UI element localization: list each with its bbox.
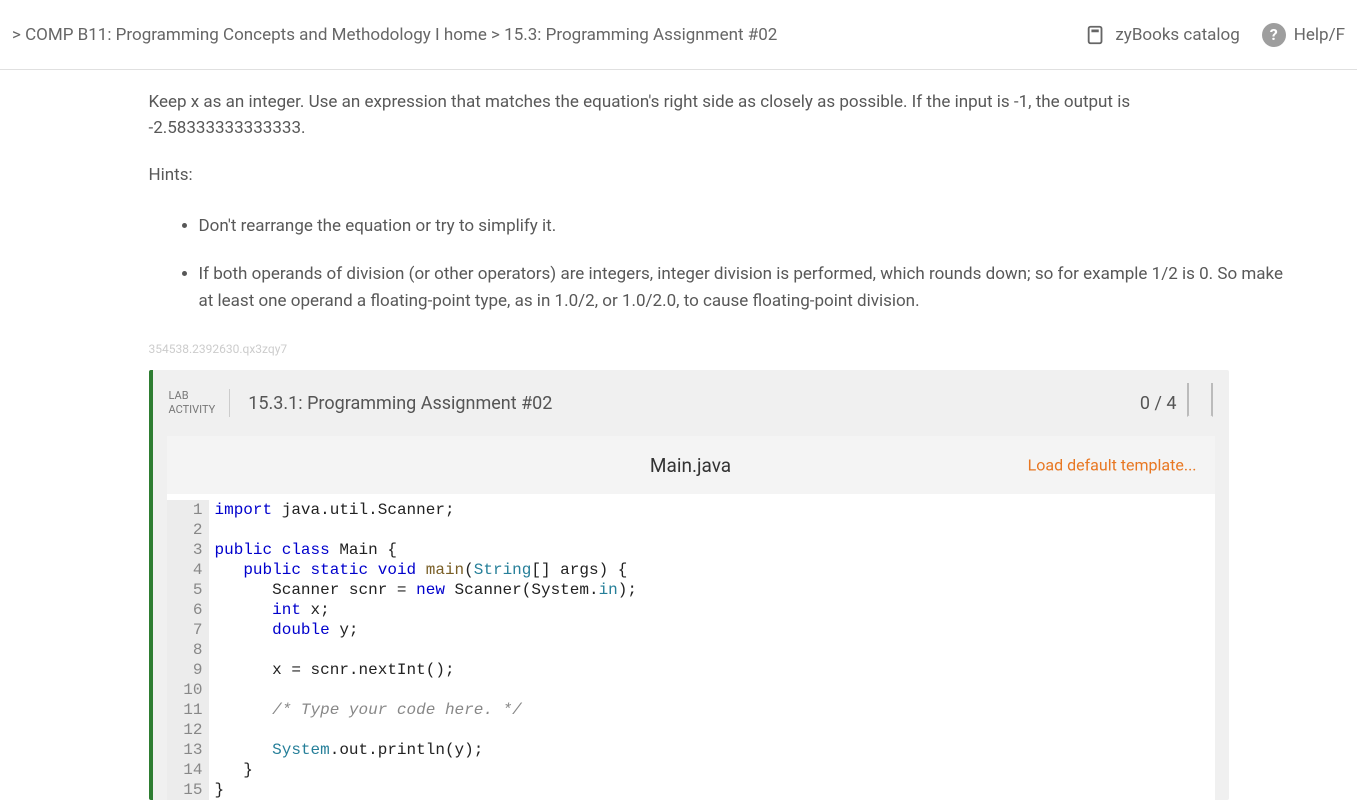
hints-heading: Hints: xyxy=(149,165,1289,185)
line-number: 2 xyxy=(167,520,209,540)
lab-score: 0 / 4 xyxy=(1140,393,1177,414)
code-line[interactable]: 4 public static void main(String[] args)… xyxy=(167,560,1215,580)
topbar-right: zyBooks catalog ? Help/F xyxy=(1085,23,1345,47)
code-line[interactable]: 7 double y; xyxy=(167,620,1215,640)
assignment-hash: 354538.2392630.qx3zqy7 xyxy=(149,342,1289,356)
editor: Main.java Load default template... 1impo… xyxy=(167,436,1215,800)
code-text[interactable] xyxy=(209,520,215,540)
code-text[interactable]: Scanner scnr = new Scanner(System.in); xyxy=(209,580,637,600)
code-text[interactable]: int x; xyxy=(209,600,330,620)
hint-item: Don't rearrange the equation or try to s… xyxy=(199,213,1289,239)
book-icon xyxy=(1085,24,1107,46)
line-number: 15 xyxy=(167,780,209,800)
code-line[interactable]: 10 xyxy=(167,680,1215,700)
top-bar: > COMP B11: Programming Concepts and Met… xyxy=(0,0,1357,70)
code-line[interactable]: 6 int x; xyxy=(167,600,1215,620)
code-text[interactable] xyxy=(209,680,215,700)
load-default-template-button[interactable]: Load default template... xyxy=(1028,456,1197,475)
hint-item: If both operands of division (or other o… xyxy=(199,261,1289,314)
code-text[interactable]: } xyxy=(209,780,225,800)
catalog-link[interactable]: zyBooks catalog xyxy=(1085,24,1239,46)
code-text[interactable]: /* Type your code here. */ xyxy=(209,700,522,720)
code-text[interactable]: import java.util.Scanner; xyxy=(209,500,455,520)
code-line[interactable]: 12 xyxy=(167,720,1215,740)
code-text[interactable]: public static void main(String[] args) { xyxy=(209,560,628,580)
code-text[interactable]: double y; xyxy=(209,620,359,640)
line-number: 11 xyxy=(167,700,209,720)
lab-label-line2: ACTIVITY xyxy=(169,403,216,417)
line-number: 4 xyxy=(167,560,209,580)
code-line[interactable]: 5 Scanner scnr = new Scanner(System.in); xyxy=(167,580,1215,600)
line-number: 7 xyxy=(167,620,209,640)
line-number: 5 xyxy=(167,580,209,600)
code-line[interactable]: 13 System.out.println(y); xyxy=(167,740,1215,760)
help-icon: ? xyxy=(1262,23,1286,47)
line-number: 10 xyxy=(167,680,209,700)
filename-label: Main.java xyxy=(650,454,731,477)
lab-activity-label: LAB ACTIVITY xyxy=(169,389,231,418)
code-line[interactable]: 1import java.util.Scanner; xyxy=(167,500,1215,520)
lab-header: LAB ACTIVITY 15.3.1: Programming Assignm… xyxy=(153,370,1229,436)
bookmark-icon[interactable] xyxy=(1187,383,1213,417)
code-text[interactable] xyxy=(209,720,215,740)
code-line[interactable]: 8 xyxy=(167,640,1215,660)
instruction-paragraph: Keep x as an integer. Use an expression … xyxy=(149,90,1289,141)
catalog-label: zyBooks catalog xyxy=(1115,25,1239,45)
line-number: 14 xyxy=(167,760,209,780)
editor-header: Main.java Load default template... xyxy=(167,436,1215,494)
breadcrumb[interactable]: > COMP B11: Programming Concepts and Met… xyxy=(12,25,777,45)
code-area[interactable]: 1import java.util.Scanner;23public class… xyxy=(167,494,1215,800)
line-number: 3 xyxy=(167,540,209,560)
content: Keep x as an integer. Use an expression … xyxy=(69,70,1289,800)
code-line[interactable]: 14 } xyxy=(167,760,1215,780)
line-number: 8 xyxy=(167,640,209,660)
code-text[interactable]: System.out.println(y); xyxy=(209,740,484,760)
code-text[interactable] xyxy=(209,640,215,660)
code-line[interactable]: 11 /* Type your code here. */ xyxy=(167,700,1215,720)
lab-activity-card: LAB ACTIVITY 15.3.1: Programming Assignm… xyxy=(149,370,1229,800)
code-line[interactable]: 9 x = scnr.nextInt(); xyxy=(167,660,1215,680)
help-label: Help/F xyxy=(1294,25,1345,45)
code-line[interactable]: 2 xyxy=(167,520,1215,540)
code-text[interactable]: } xyxy=(209,760,253,780)
hints-list: Don't rearrange the equation or try to s… xyxy=(149,213,1289,314)
help-link[interactable]: ? Help/F xyxy=(1262,23,1345,47)
code-line[interactable]: 3public class Main { xyxy=(167,540,1215,560)
lab-label-line1: LAB xyxy=(169,389,216,403)
line-number: 13 xyxy=(167,740,209,760)
line-number: 9 xyxy=(167,660,209,680)
line-number: 6 xyxy=(167,600,209,620)
line-number: 1 xyxy=(167,500,209,520)
code-text[interactable]: x = scnr.nextInt(); xyxy=(209,660,455,680)
line-number: 12 xyxy=(167,720,209,740)
code-line[interactable]: 15} xyxy=(167,780,1215,800)
code-text[interactable]: public class Main { xyxy=(209,540,397,560)
lab-title: 15.3.1: Programming Assignment #02 xyxy=(248,393,1140,414)
